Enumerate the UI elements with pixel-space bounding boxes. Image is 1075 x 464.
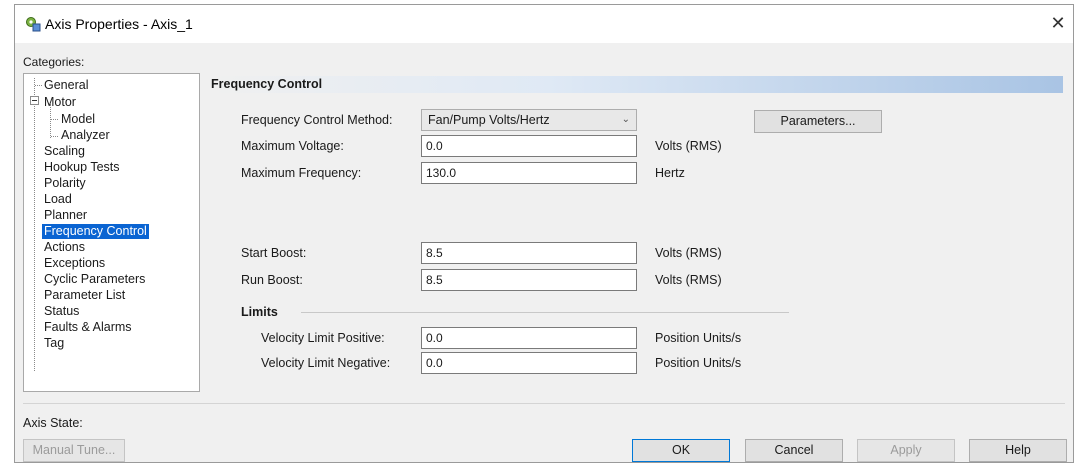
category-cyclic-parameters[interactable]: Cyclic Parameters [42,272,147,287]
method-value: Fan/Pump Volts/Hertz [428,113,550,127]
method-label: Frequency Control Method: [241,113,393,127]
start-boost-input[interactable]: 8.5 [421,242,637,264]
category-analyzer[interactable]: Analyzer [59,128,112,143]
velocity-limit-positive-label: Velocity Limit Positive: [261,331,385,345]
run-boost-unit: Volts (RMS) [655,273,722,287]
velocity-limit-positive-unit: Position Units/s [655,331,742,345]
category-general[interactable]: General [42,78,90,93]
tree-connector [35,85,42,86]
velocity-limit-positive-input[interactable]: 0.0 [421,327,637,349]
max-frequency-input[interactable]: 130.0 [421,162,637,184]
max-voltage-input[interactable]: 0.0 [421,135,637,157]
apply-button[interactable]: Apply [857,439,955,462]
window-title: Axis Properties - Axis_1 [45,16,193,32]
footer-divider [23,403,1065,404]
category-tag[interactable]: Tag [42,336,66,351]
parameters-button[interactable]: Parameters... [754,110,882,133]
tree-connector [51,119,58,120]
manual-tune-button[interactable]: Manual Tune... [23,439,125,462]
category-model[interactable]: Model [59,112,97,127]
category-parameter-list[interactable]: Parameter List [42,288,127,303]
category-actions[interactable]: Actions [42,240,87,255]
category-frequency-control[interactable]: Frequency Control [42,224,149,239]
category-load[interactable]: Load [42,192,74,207]
category-status[interactable]: Status [42,304,81,319]
help-button[interactable]: Help [969,439,1067,462]
category-faults-alarms[interactable]: Faults & Alarms [42,320,134,335]
limits-title: Limits [241,305,278,319]
categories-label: Categories: [23,55,85,69]
category-scaling[interactable]: Scaling [42,144,87,159]
category-exceptions[interactable]: Exceptions [42,256,107,271]
axis-properties-icon [25,16,41,32]
start-boost-unit: Volts (RMS) [655,246,722,260]
category-polarity[interactable]: Polarity [42,176,88,191]
axis-state-label: Axis State: [23,416,83,430]
start-boost-label: Start Boost: [241,246,307,260]
max-voltage-label: Maximum Voltage: [241,139,344,153]
cancel-button[interactable]: Cancel [745,439,843,462]
chevron-down-icon: ⌄ [621,114,630,125]
velocity-limit-negative-label: Velocity Limit Negative: [261,356,391,370]
method-select[interactable]: Fan/Pump Volts/Hertz ⌄ [421,109,637,131]
axis-properties-dialog: Axis Properties - Axis_1 ✕ Categories: G… [14,4,1074,463]
run-boost-label: Run Boost: [241,273,303,287]
tree-connector [34,78,35,371]
category-planner[interactable]: Planner [42,208,89,223]
velocity-limit-negative-input[interactable]: 0.0 [421,352,637,374]
run-boost-input[interactable]: 8.5 [421,269,637,291]
categories-tree[interactable]: General Motor Model Analyzer Scaling Hoo… [23,73,200,392]
max-voltage-unit: Volts (RMS) [655,139,722,153]
section-header: Frequency Control [207,76,1063,93]
category-hookup-tests[interactable]: Hookup Tests [42,160,122,175]
max-frequency-unit: Hertz [655,166,685,180]
ok-button[interactable]: OK [632,439,730,462]
max-frequency-label: Maximum Frequency: [241,166,362,180]
category-motor[interactable]: Motor [42,95,78,110]
limits-divider [301,312,789,313]
velocity-limit-negative-unit: Position Units/s [655,356,742,370]
collapse-icon[interactable] [30,96,39,105]
tree-connector [51,136,58,137]
title-bar: Axis Properties - Axis_1 ✕ [15,5,1073,43]
close-icon[interactable]: ✕ [1045,11,1071,35]
